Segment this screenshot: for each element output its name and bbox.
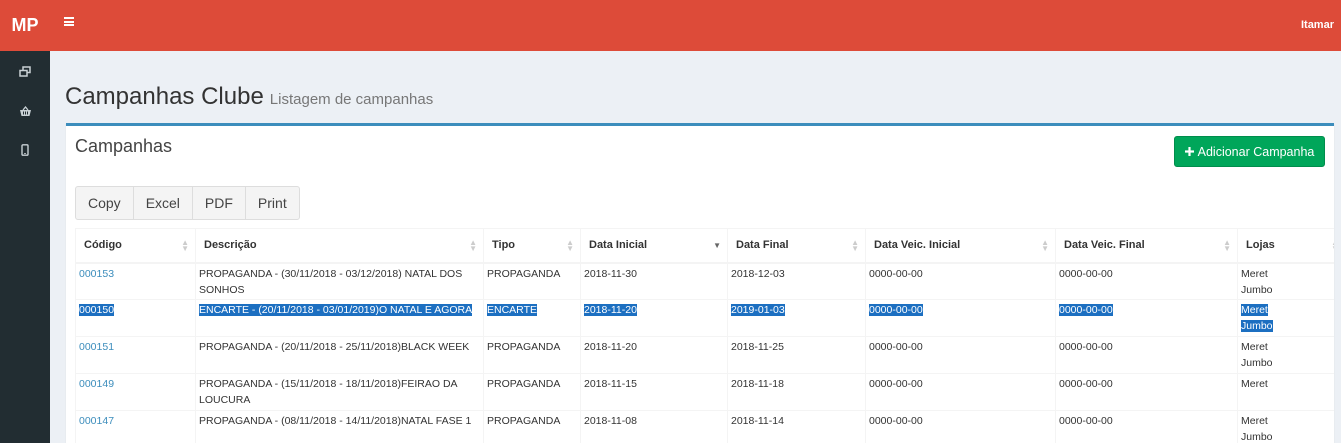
copy-button[interactable]: Copy [75,186,134,220]
campaign-description: ENCARTE - (20/11/2018 - 03/01/2019)O NAT… [195,299,484,337]
page-header: Campanhas Clube Listagem de campanhas [65,83,433,111]
menu-toggle-icon[interactable] [64,17,74,26]
table-row[interactable]: 000149 PROPAGANDA - (15/11/2018 - 18/11/… [75,373,1334,411]
top-navbar: Itamar [50,0,1341,51]
vehicle-end-date: 0000-00-00 [1055,336,1238,374]
sort-icon: ▲▼ [1041,238,1049,253]
vehicle-end-date: 0000-00-00 [1055,373,1238,411]
store-name: Jumbo [1241,357,1273,369]
add-campaign-label: Adicionar Campanha [1197,144,1315,159]
vehicle-start-date: 0000-00-00 [865,373,1056,411]
store-name: Meret [1241,267,1268,280]
stores: Meret [1237,373,1334,411]
campaign-type: ENCARTE [483,299,581,337]
sidebar [0,51,50,443]
box-title: Campanhas [75,136,173,156]
vehicle-start-date: 0000-00-00 [865,336,1056,374]
campaigns-table: Código ▲ ▼ Descrição ▲ ▼ Tipo ▲ ▼ Data Inicial… [75,228,1334,443]
sort-icon: ▲▼ [851,238,859,253]
campaign-description: PROPAGANDA - (20/11/2018 - 25/11/2018)BL… [195,336,484,374]
campaigns-box: Campanhas Adicionar Campanha Copy Excel … [66,123,1334,443]
start-date: 2018-11-20 [580,299,728,337]
campaign-description: PROPAGANDA - (15/11/2018 - 18/11/2018)FE… [195,373,484,411]
sort-icon: ▲▼ [469,238,477,253]
page-subtitle: Listagem de campanhas [269,91,434,108]
store-name: Meret [1241,341,1268,353]
store-name: Jumbo [1241,320,1273,332]
page-title: Campanhas Clube [65,83,264,110]
sort-icon: ▲▼ [1331,239,1334,253]
table-header-row: Código ▲ ▼ Descrição ▲ ▼ Tipo ▲ ▼ Data Inicial… [75,228,1334,264]
column-header-descricao[interactable]: Descrição ▲ ▼ [195,228,484,264]
start-date: 2018-11-30 [580,262,728,300]
campaign-code-link[interactable]: 000151 [79,341,114,353]
stores: Meret Jumbo [1237,336,1334,374]
print-button[interactable]: Print [244,186,300,220]
store-name: Meret [1241,415,1268,427]
campaign-type: PROPAGANDA [483,373,581,411]
vehicle-start-date: 0000-00-00 [865,262,1056,300]
table-row[interactable]: 000151 PROPAGANDA - (20/11/2018 - 25/11/… [75,336,1334,374]
sidebar-item-clone[interactable] [0,53,50,89]
end-date: 2018-12-03 [727,262,866,300]
pdf-button[interactable]: PDF [191,186,246,220]
excel-button[interactable]: Excel [132,186,193,220]
sidebar-item-basket[interactable] [0,93,50,129]
start-date: 2018-11-08 [580,410,728,443]
campaign-code-link[interactable]: 000150 [79,304,115,316]
campaign-code-link[interactable]: 000153 [79,268,114,280]
table-row[interactable]: 000147 PROPAGANDA - (08/11/2018 - 14/11/… [75,410,1334,443]
column-header-codigo[interactable]: Código ▲ ▼ [75,228,196,264]
user-menu[interactable]: Itamar [1301,19,1334,31]
vehicle-end-date: 0000-00-00 [1055,299,1238,337]
campaign-type: PROPAGANDA [483,410,581,443]
store-name: Jumbo [1241,283,1273,296]
table-row[interactable]: 000153 PROPAGANDA - (30/11/2018 - 03/12/… [75,262,1334,300]
vehicle-start-date: 0000-00-00 [865,299,1056,337]
sort-icon: ▲▼ [181,238,189,253]
sort-icon: ▲▼ [566,238,574,253]
sort-desc-icon: ▼ [713,241,721,250]
campaign-description: PROPAGANDA - (30/11/2018 - 03/12/2018) N… [195,262,484,300]
store-name: Jumbo [1241,431,1273,443]
start-date: 2018-11-20 [580,336,728,374]
campaign-type: PROPAGANDA [483,336,581,374]
end-date: 2019-01-03 [727,299,866,337]
stores: Meret Jumbo [1237,299,1334,337]
sidebar-item-mobile[interactable] [0,132,50,168]
export-buttons: Copy Excel PDF Print [75,186,300,220]
column-header-data-veic-final[interactable]: Data Veic. Final ▲ ▼ [1055,228,1238,264]
column-header-data-inicial[interactable]: Data Inicial ▼ [580,228,728,264]
end-date: 2018-11-14 [727,410,866,443]
column-header-data-veic-inicial[interactable]: Data Veic. Inicial ▲ ▼ [865,228,1056,264]
add-campaign-button[interactable]: Adicionar Campanha [1174,136,1325,167]
column-header-lojas[interactable]: Lojas▲▼ [1237,228,1334,264]
stores: Meret Jumbo [1237,262,1334,300]
campaign-code-link[interactable]: 000147 [79,415,114,427]
vehicle-end-date: 0000-00-00 [1055,410,1238,443]
logo[interactable]: MP [0,0,50,51]
campaign-type: PROPAGANDA [483,262,581,300]
end-date: 2018-11-25 [727,336,866,374]
sort-icon: ▲▼ [1223,238,1231,253]
stores: Meret Jumbo [1237,410,1334,443]
start-date: 2018-11-15 [580,373,728,411]
vehicle-end-date: 0000-00-00 [1055,262,1238,300]
clone-icon [19,65,31,77]
mobile-icon [21,144,29,156]
store-name: Meret [1241,304,1268,316]
plus-icon [1184,147,1194,156]
vehicle-start-date: 0000-00-00 [865,410,1056,443]
table-row-selected[interactable]: 000150 ENCARTE - (20/11/2018 - 03/01/201… [75,299,1334,337]
basket-icon [19,105,31,116]
column-header-data-final[interactable]: Data Final ▲ ▼ [727,228,866,264]
end-date: 2018-11-18 [727,373,866,411]
column-header-tipo[interactable]: Tipo ▲ ▼ [483,228,581,264]
campaign-description: PROPAGANDA - (08/11/2018 - 14/11/2018)NA… [195,410,484,443]
store-name: Meret [1241,378,1268,390]
campaign-code-link[interactable]: 000149 [79,378,114,390]
